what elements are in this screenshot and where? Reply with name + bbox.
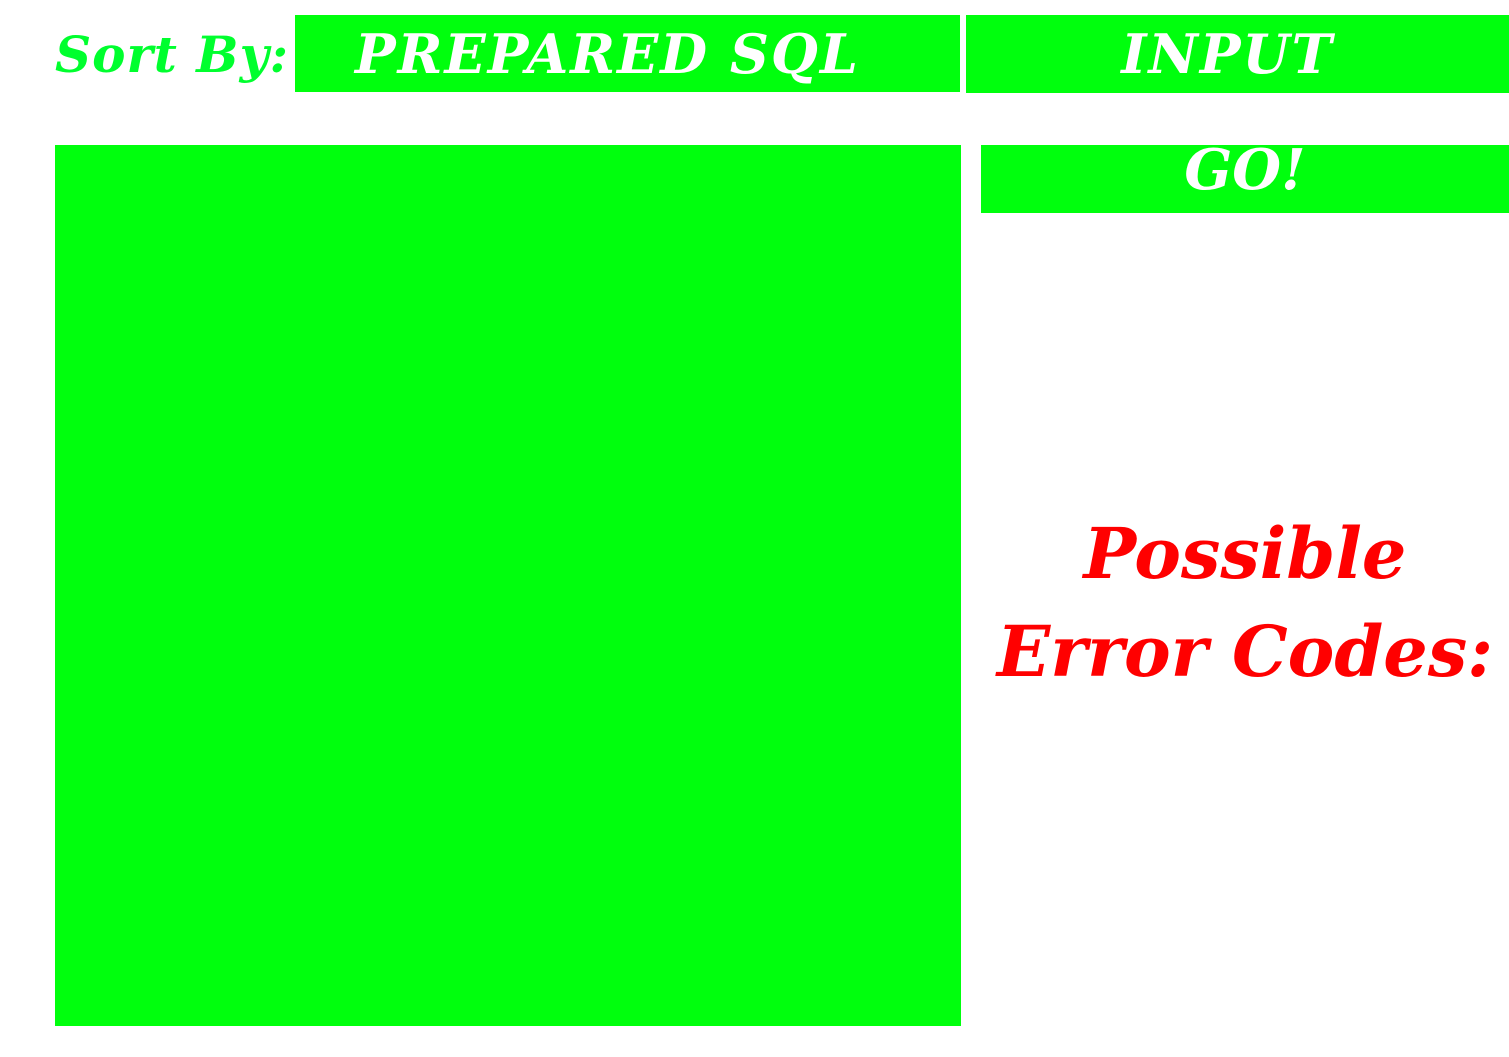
results-panel — [55, 145, 961, 1026]
sort-option-label: PREPARED SQL — [355, 21, 860, 86]
possible-error-codes-heading: Possible Error Codes: — [996, 512, 1494, 693]
sort-option-prepared-sql-button[interactable]: PREPARED SQL — [295, 15, 960, 92]
query-input-value: INPUT — [1121, 22, 1334, 86]
query-input-field[interactable]: INPUT — [966, 15, 1509, 93]
go-button[interactable]: GO! — [981, 145, 1509, 213]
go-button-label: GO! — [1184, 145, 1306, 203]
sort-by-label: Sort By: — [55, 25, 290, 84]
